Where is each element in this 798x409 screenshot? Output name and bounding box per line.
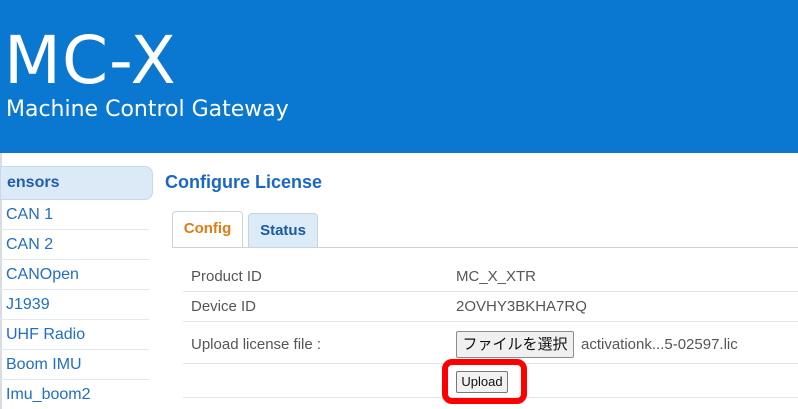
- app-header: MC-X Machine Control Gateway: [0, 0, 798, 153]
- device-id-label: Device ID: [191, 298, 257, 315]
- sidebar-item-j1939[interactable]: J1939: [0, 290, 149, 320]
- app-title: MC-X: [4, 22, 177, 99]
- tab-config[interactable]: Config: [172, 211, 243, 248]
- sidebar-item-canopen[interactable]: CANOpen: [0, 260, 149, 290]
- product-id-row: Product ID MC_X_XTR: [183, 262, 798, 292]
- app-subtitle: Machine Control Gateway: [6, 97, 289, 122]
- choose-file-button[interactable]: ファイルを選択: [456, 331, 574, 358]
- sidebar-item-uhf-radio[interactable]: UHF Radio: [0, 320, 149, 350]
- sidebar-item-can1[interactable]: CAN 1: [0, 200, 149, 230]
- highlight-annotation: [442, 359, 527, 404]
- device-id-row: Device ID 2OVHY3BKHA7RQ: [183, 292, 798, 322]
- tab-status[interactable]: Status: [248, 213, 318, 248]
- sidebar-section-sensors[interactable]: ensors: [0, 166, 153, 200]
- product-id-label: Product ID: [191, 268, 262, 285]
- sidebar: ensors CAN 1 CAN 2 CANOpen J1939 UHF Rad…: [0, 166, 160, 409]
- device-id-value: 2OVHY3BKHA7RQ: [456, 298, 587, 315]
- product-id-value: MC_X_XTR: [456, 268, 537, 285]
- sidebar-item-can2[interactable]: CAN 2: [0, 230, 149, 260]
- upload-license-label: Upload license file :: [191, 336, 322, 353]
- sidebar-item-boom-imu[interactable]: Boom IMU: [0, 350, 149, 380]
- page-title: Configure License: [165, 172, 323, 192]
- selected-file-name: activationk...5-02597.lic: [581, 336, 738, 353]
- tab-divider: [172, 247, 798, 248]
- sidebar-item-imu-boom2[interactable]: Imu_boom2: [0, 380, 149, 409]
